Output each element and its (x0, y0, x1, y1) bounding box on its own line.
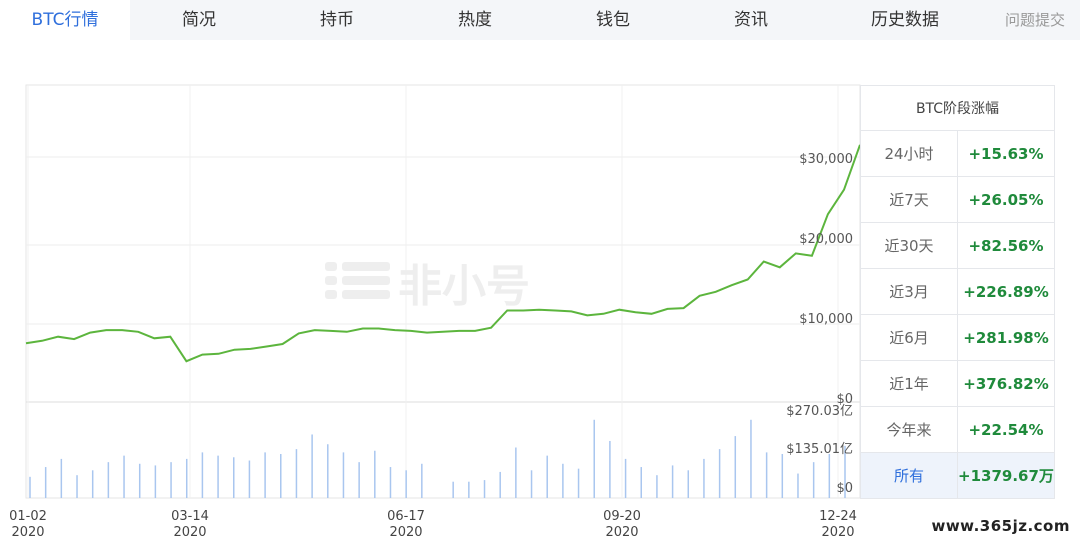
stats-row-3m: 近3月 +226.89% (861, 269, 1055, 315)
volume-tick-label: $0 (836, 481, 853, 496)
x-tick-date: 12-24 (819, 509, 857, 524)
stats-row-6m: 近6月 +281.98% (861, 315, 1055, 361)
x-tick-year: 2020 (605, 525, 638, 540)
stats-label: 近7天 (861, 177, 958, 222)
watermark-dot (325, 262, 337, 271)
stats-row-24h: 24小时 +15.63% (861, 131, 1055, 177)
stage-gain-table: BTC阶段涨幅 24小时 +15.63% 近7天 +26.05% 近30天 +8… (860, 85, 1055, 499)
price-line (25, 144, 861, 363)
volume-bars (29, 419, 846, 498)
watermark-text: 非小号 (398, 261, 530, 312)
stats-label: 近30天 (861, 223, 958, 268)
stats-value: +281.98% (963, 329, 1049, 347)
watermark-dot (325, 290, 337, 299)
watermark-bar (342, 276, 390, 285)
axis-labels: $30,000$20,000$10,000$0$270.03亿$135.01亿$… (9, 152, 857, 540)
stats-row-ytd: 今年来 +22.54% (861, 407, 1055, 453)
stats-label: 近1年 (861, 361, 958, 406)
stats-row-30d: 近30天 +82.56% (861, 223, 1055, 269)
stats-label: 今年来 (861, 407, 958, 452)
volume-tick-label: $135.01亿 (786, 442, 853, 457)
stats-value: +15.63% (968, 145, 1044, 163)
x-tick-year: 2020 (11, 525, 44, 540)
stats-row-1y: 近1年 +376.82% (861, 361, 1055, 407)
x-tick-year: 2020 (173, 525, 206, 540)
price-tick-label: $20,000 (799, 232, 853, 247)
stats-value: +226.89% (963, 283, 1049, 301)
stats-value: +376.82% (963, 375, 1049, 393)
stage-gain-title: BTC阶段涨幅 (861, 85, 1055, 131)
site-watermark: www.365jz.com (931, 517, 1070, 535)
stats-label[interactable]: 所有 (861, 453, 958, 498)
x-tick-date: 01-02 (9, 509, 47, 524)
watermark-logo: 非小号 (325, 261, 530, 312)
stats-row-7d: 近7天 +26.05% (861, 177, 1055, 223)
volume-tick-label: $270.03亿 (786, 404, 853, 419)
x-tick-date: 09-20 (603, 509, 641, 524)
stats-label: 近3月 (861, 269, 958, 314)
x-tick-year: 2020 (821, 525, 854, 540)
watermark-bar (342, 290, 390, 299)
stats-label: 近6月 (861, 315, 958, 360)
stats-label: 24小时 (861, 131, 958, 176)
watermark-dot (325, 276, 337, 285)
stats-value: +82.56% (968, 237, 1044, 255)
stats-row-all[interactable]: 所有 +1379.67万 (861, 453, 1055, 499)
x-tick-date: 03-14 (171, 509, 209, 524)
x-tick-year: 2020 (389, 525, 422, 540)
x-tick-date: 06-17 (387, 509, 425, 524)
watermark-bar (342, 262, 390, 271)
price-tick-label: $30,000 (799, 152, 853, 167)
stats-value: +22.54% (968, 421, 1044, 439)
stats-value: +26.05% (968, 191, 1044, 209)
price-tick-label: $10,000 (799, 312, 853, 327)
stats-value: +1379.67万 (958, 467, 1054, 485)
